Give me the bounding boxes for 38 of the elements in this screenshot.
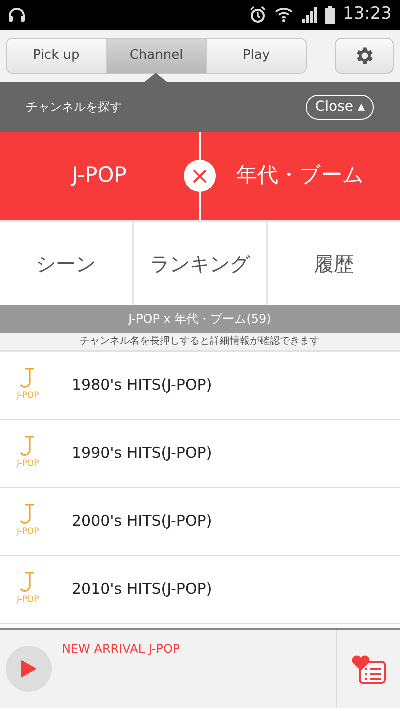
alarm-icon: [249, 6, 267, 24]
heart-list-icon: [350, 653, 386, 685]
music-note-icon: [20, 504, 36, 526]
channel-item[interactable]: J-POP 2010's HITS(J-POP): [0, 556, 400, 624]
channel-name: 1980's HITS(J-POP): [72, 375, 212, 396]
nav-tab[interactable]: Pick up: [7, 39, 107, 73]
close-button[interactable]: Close ▴: [306, 94, 374, 120]
music-note-icon: [20, 436, 36, 458]
hint-text: チャンネル名を長押しすると詳細情報が確認できます: [80, 334, 320, 349]
music-note-icon: [20, 572, 36, 594]
channel-name: 2010's HITS(J-POP): [72, 579, 212, 600]
headphones-icon: [8, 7, 26, 23]
wifi-icon: [275, 6, 293, 24]
play-button[interactable]: [6, 646, 52, 692]
music-note-icon: [20, 368, 36, 390]
now-playing-title: NEW ARRIVAL J-POP: [62, 641, 182, 658]
signal-icon: [301, 7, 317, 23]
genre-label: J-POP: [17, 594, 40, 607]
clock-time: 13:23: [343, 3, 392, 26]
genre-label: J-POP: [17, 458, 40, 471]
play-icon: [21, 660, 37, 678]
channel-item[interactable]: J-POP 1980's HITS(J-POP): [0, 352, 400, 420]
channel-name: 1990's HITS(J-POP): [72, 443, 212, 464]
nav-tab[interactable]: Play: [207, 39, 306, 73]
channel-item[interactable]: J-POP 2000's HITS(J-POP): [0, 488, 400, 556]
genre-label: J-POP: [17, 526, 40, 539]
category-tab[interactable]: シーン: [0, 222, 132, 305]
category-tab[interactable]: ランキング: [134, 222, 266, 305]
channel-name: 2000's HITS(J-POP): [72, 511, 212, 532]
panel-title: チャンネルを探す: [26, 99, 122, 116]
genre-label: J-POP: [17, 390, 40, 403]
category-tab[interactable]: 履歴: [268, 222, 400, 305]
settings-button[interactable]: [335, 38, 394, 74]
combine-icon: ×: [184, 160, 216, 192]
result-title: J-POP x 年代・ブーム(59): [128, 311, 272, 328]
battery-icon: [325, 6, 335, 24]
channel-item[interactable]: J-POP 1990's HITS(J-POP): [0, 420, 400, 488]
nav-tab[interactable]: Channel: [107, 39, 207, 73]
